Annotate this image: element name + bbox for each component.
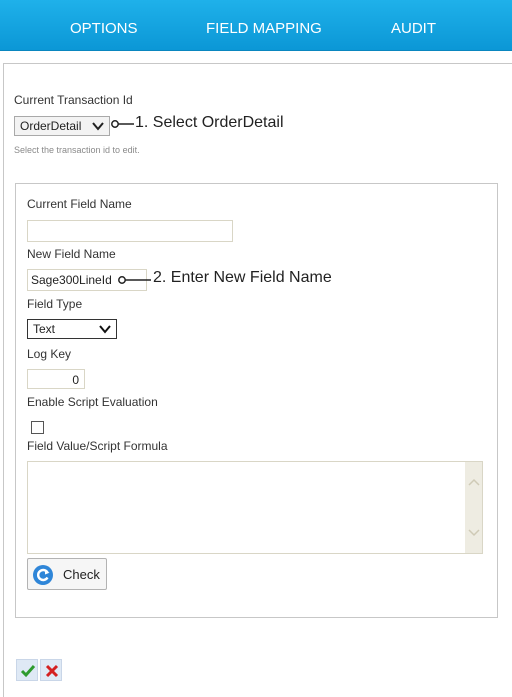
check-button[interactable]: Check bbox=[27, 558, 107, 590]
enable-script-checkbox[interactable] bbox=[31, 421, 44, 434]
field-type-select[interactable]: Text bbox=[27, 319, 117, 339]
transaction-hint: Select the transaction id to edit. bbox=[14, 145, 140, 155]
annotation-connector-1 bbox=[111, 120, 134, 128]
log-key-input[interactable]: 0 bbox=[27, 369, 85, 389]
current-field-name-label: Current Field Name bbox=[27, 197, 132, 211]
transaction-select[interactable]: OrderDetail bbox=[14, 116, 110, 136]
enable-script-label: Enable Script Evaluation bbox=[27, 395, 158, 409]
checkmark-icon bbox=[20, 665, 36, 678]
current-field-name-input[interactable] bbox=[27, 220, 233, 242]
current-transaction-label: Current Transaction Id bbox=[14, 93, 133, 107]
log-key-label: Log Key bbox=[27, 347, 72, 361]
chevron-down-icon bbox=[99, 325, 111, 334]
annotation-connector-2 bbox=[118, 276, 151, 284]
field-type-select-value: Text bbox=[33, 322, 56, 336]
transaction-select-value: OrderDetail bbox=[20, 119, 82, 133]
textarea-scrollbar[interactable] bbox=[465, 462, 482, 553]
field-type-label: Field Type bbox=[27, 297, 83, 311]
annotation-enter-field-name: 2. Enter New Field Name bbox=[153, 269, 332, 286]
annotation-select-orderdetail: 1. Select OrderDetail bbox=[135, 114, 284, 131]
scroll-up-icon[interactable] bbox=[468, 478, 480, 486]
chevron-down-icon bbox=[92, 122, 104, 131]
tab-field-mapping[interactable]: FIELD MAPPING bbox=[206, 0, 322, 51]
x-icon bbox=[45, 664, 59, 678]
script-formula-textarea[interactable] bbox=[27, 461, 483, 554]
script-formula-label: Field Value/Script Formula bbox=[27, 439, 168, 453]
check-button-label: Check bbox=[63, 567, 100, 582]
top-nav: OPTIONS FIELD MAPPING AUDIT bbox=[0, 0, 512, 51]
new-field-name-label: New Field Name bbox=[27, 247, 116, 261]
ok-button[interactable] bbox=[16, 659, 38, 681]
tab-audit[interactable]: AUDIT bbox=[391, 0, 436, 51]
field-editor-panel: Current Field Name New Field Name Sage30… bbox=[15, 183, 498, 618]
scroll-down-icon[interactable] bbox=[468, 529, 480, 537]
refresh-check-icon bbox=[33, 565, 53, 585]
cancel-button[interactable] bbox=[40, 659, 62, 681]
tab-options[interactable]: OPTIONS bbox=[70, 0, 138, 51]
